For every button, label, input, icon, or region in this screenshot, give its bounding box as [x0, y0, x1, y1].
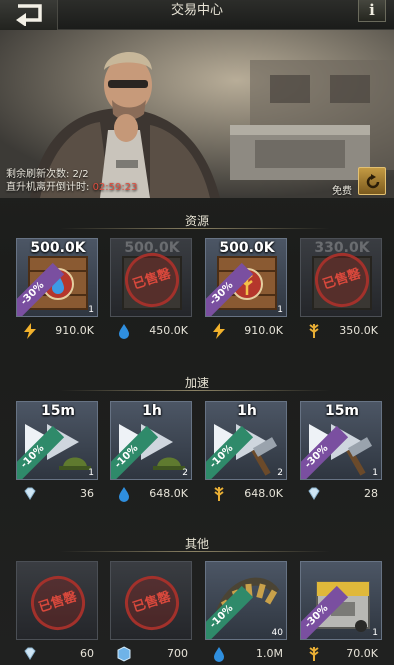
section-divider — [60, 551, 330, 552]
lightning-icon — [24, 323, 36, 339]
item-tile: 500.0K 已售罄 — [110, 238, 192, 317]
water-drop-icon — [119, 487, 129, 502]
price-value: 700 — [167, 647, 188, 660]
water-drop-icon — [119, 324, 129, 339]
item-tile: -30% 1 — [300, 561, 382, 640]
item-tile: 500.0K -30% 1 — [205, 238, 287, 317]
refresh-count-text: 剩余刷新次数: 2/2 — [6, 169, 89, 180]
top-bar: 交易中心 i — [0, 0, 394, 30]
item-quantity: 2 — [277, 468, 283, 478]
other-item[interactable]: -10% 40 1.0M — [205, 561, 287, 665]
speedup-item[interactable]: 15m -30% 1 28 — [300, 401, 382, 511]
price-row: 700 — [110, 645, 192, 663]
section-label: 其他 — [184, 537, 209, 551]
price-row: 70.0K — [300, 645, 382, 663]
speedup-item[interactable]: 1h -10% 2 648.0K — [205, 401, 287, 511]
other-item[interactable]: 已售罄 60 — [16, 561, 98, 665]
item-amount: 500.0K — [30, 240, 86, 256]
price-value: 60 — [80, 647, 94, 660]
item-duration: 15m — [40, 403, 76, 419]
price-value: 350.0K — [339, 324, 378, 337]
item-tile: 500.0K -30% 1 — [16, 238, 98, 317]
price-row: 60 — [16, 645, 98, 663]
speedup-item[interactable]: 1h -10% 2 648.0K — [110, 401, 192, 511]
price-value: 36 — [80, 487, 94, 500]
item-tile: 已售罄 — [110, 561, 192, 640]
item-duration: 1h — [142, 403, 162, 419]
item-quantity: 1 — [372, 628, 378, 638]
price-row: 36 — [16, 485, 98, 503]
item-tile: -10% 40 — [205, 561, 287, 640]
resource-item[interactable]: 500.0K 已售罄 450.0K — [110, 238, 192, 348]
price-value: 910.0K — [55, 324, 94, 337]
item-quantity: 1 — [277, 305, 283, 315]
item-tile: 1h -10% 2 — [110, 401, 192, 480]
item-quantity: 1 — [372, 468, 378, 478]
price-value: 648.0K — [244, 487, 283, 500]
item-quantity: 2 — [182, 468, 188, 478]
item-tile: 已售罄 — [16, 561, 98, 640]
price-row: 1.0M — [205, 645, 287, 663]
wheat-icon — [309, 324, 319, 338]
section-divider — [60, 390, 330, 391]
section-title-speedups: 加速 — [0, 374, 394, 392]
price-value: 28 — [364, 487, 378, 500]
banner-info: 剩余刷新次数: 2/2 直升机离开倒计时: 02:59:23 — [6, 168, 137, 194]
section-title-resources: 资源 — [0, 212, 394, 230]
section-divider — [60, 228, 330, 229]
lightning-icon — [213, 323, 225, 339]
item-quantity: 1 — [88, 468, 94, 478]
diamond-icon — [24, 647, 36, 660]
item-duration: 1h — [237, 403, 257, 419]
diamond-icon — [24, 487, 36, 500]
price-value: 70.0K — [346, 647, 378, 660]
wheat-icon — [309, 647, 319, 661]
price-row: 450.0K — [110, 322, 192, 340]
resource-item[interactable]: 500.0K -30% 1 910.0K — [16, 238, 98, 348]
trade-center-screen: 交易中心 i 剩余刷新次数: 2/2 直升机离开倒计时: 02:59:23 免费… — [0, 0, 394, 665]
page-title: 交易中心 — [170, 3, 223, 18]
countdown-row: 直升机离开倒计时: 02:59:23 — [6, 181, 137, 194]
price-row: 648.0K — [205, 485, 287, 503]
price-row: 28 — [300, 485, 382, 503]
price-value: 1.0M — [256, 647, 283, 660]
item-tile: 15m -10% 1 — [16, 401, 98, 480]
resource-item[interactable]: 500.0K -30% 1 910.0K — [205, 238, 287, 348]
price-row: 910.0K — [16, 322, 98, 340]
other-item[interactable]: 已售罄 700 — [110, 561, 192, 665]
cube-icon — [117, 646, 131, 662]
section-title-others: 其他 — [0, 535, 394, 553]
wheat-icon — [214, 487, 224, 501]
other-item[interactable]: -30% 1 70.0K — [300, 561, 382, 665]
section-label: 资源 — [184, 214, 209, 228]
price-row: 910.0K — [205, 322, 287, 340]
resource-item[interactable]: 330.0K 已售罄 350.0K — [300, 238, 382, 348]
item-tile: 15m -30% 1 — [300, 401, 382, 480]
item-duration: 15m — [324, 403, 360, 419]
price-value: 648.0K — [149, 487, 188, 500]
price-row: 350.0K — [300, 322, 382, 340]
info-button[interactable]: i — [358, 0, 386, 22]
refresh-button[interactable] — [358, 167, 386, 195]
price-row: 648.0K — [110, 485, 192, 503]
water-drop-icon — [214, 647, 224, 662]
price-value: 450.0K — [149, 324, 188, 337]
item-quantity: 1 — [88, 305, 94, 315]
countdown-timer: 02:59:23 — [92, 182, 138, 193]
sold-out-stamp: 已售罄 — [23, 568, 93, 638]
sold-out-stamp: 已售罄 — [117, 568, 187, 638]
item-amount: 500.0K — [219, 240, 275, 256]
free-refresh-label: 免费 — [332, 186, 352, 197]
diamond-icon — [308, 487, 320, 500]
item-tile: 330.0K 已售罄 — [300, 238, 382, 317]
section-label: 加速 — [184, 376, 209, 390]
refresh-icon — [366, 174, 380, 189]
speedup-item[interactable]: 15m -10% 1 36 — [16, 401, 98, 511]
item-quantity: 40 — [271, 628, 283, 638]
merchant-banner: 剩余刷新次数: 2/2 直升机离开倒计时: 02:59:23 免费 — [0, 30, 394, 198]
item-tile: 1h -10% 2 — [205, 401, 287, 480]
price-value: 910.0K — [244, 324, 283, 337]
countdown-label: 直升机离开倒计时: — [6, 182, 90, 193]
